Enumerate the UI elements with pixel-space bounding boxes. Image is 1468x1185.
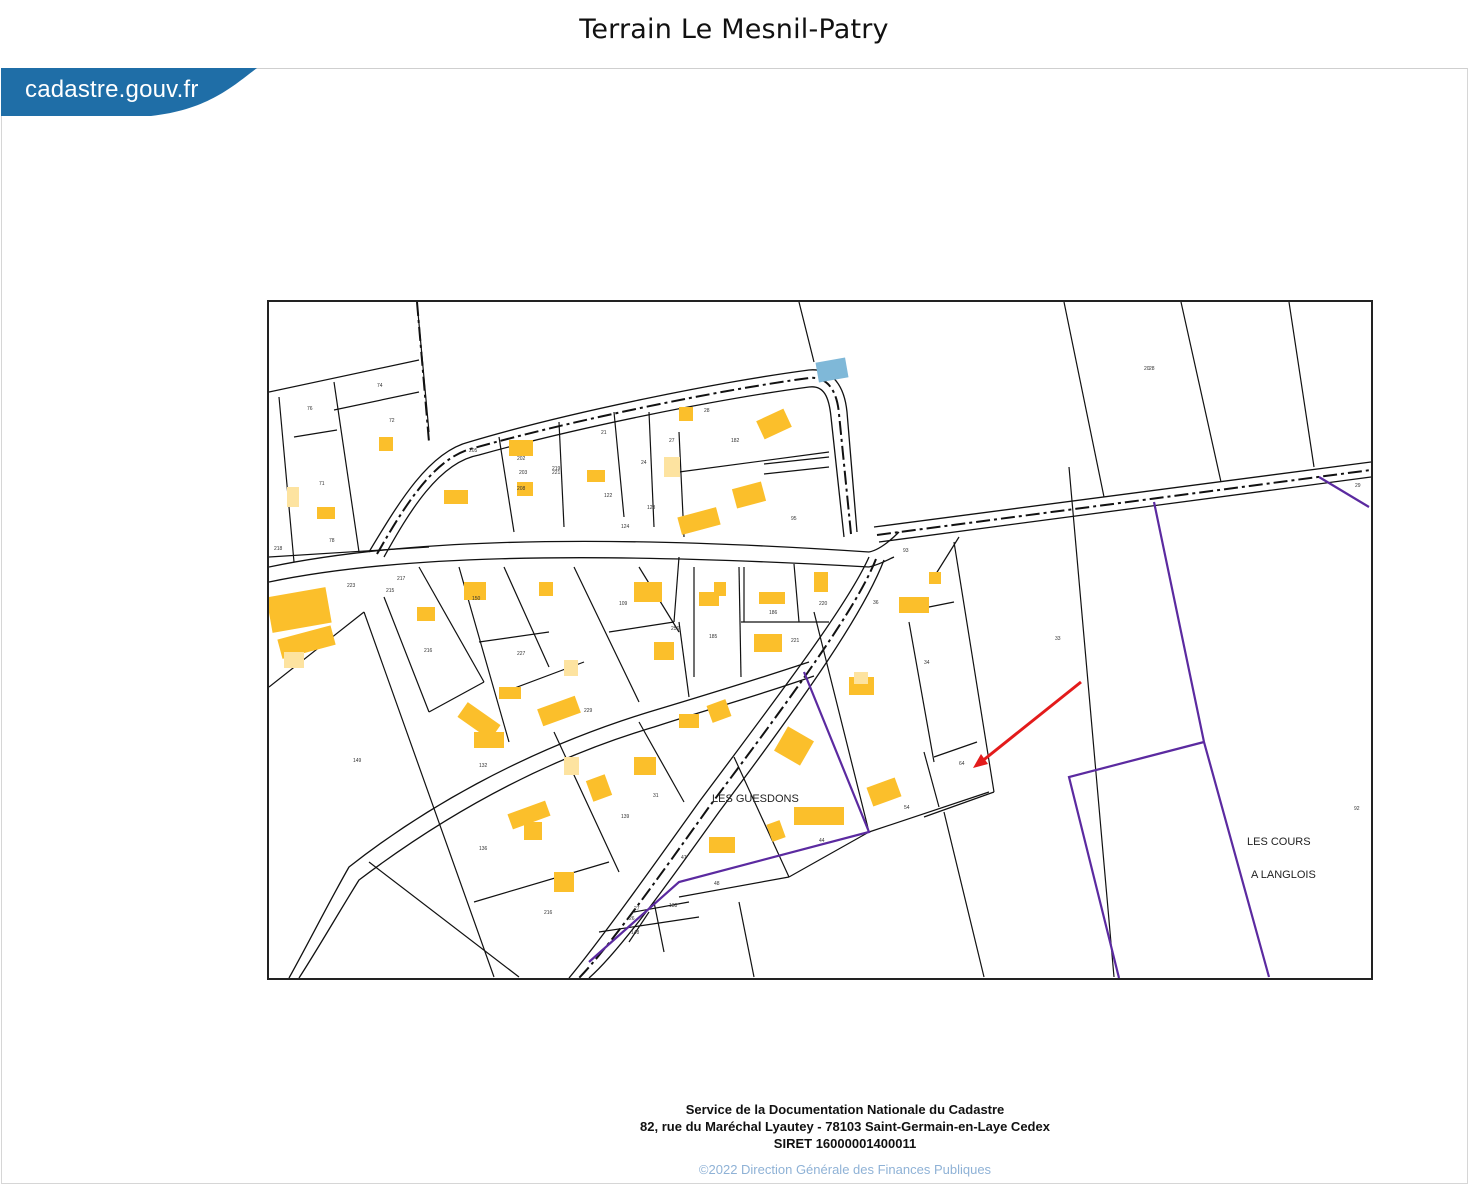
parcel-number: 92: [1354, 806, 1360, 812]
parcel-number: 208: [517, 486, 526, 492]
parcel-number: 139: [621, 814, 630, 820]
buildings: [269, 407, 941, 892]
parcel-number: 216: [424, 648, 433, 654]
parcel-number: 26: [629, 916, 635, 922]
parcel-number: 74: [377, 383, 383, 389]
parcel-number: 185: [709, 634, 718, 640]
map-drawing: LES GUESDONS LES COURS A LANGLOIS 74 76 72…: [269, 302, 1371, 978]
footer-address: 82, rue du Maréchal Lyautey - 78103 Sain…: [640, 1119, 1050, 1134]
parcel-number: 109: [619, 601, 628, 607]
parcel-number: 256: [671, 626, 680, 632]
parcel-number: 21: [269, 302, 275, 304]
parcel-number: 47: [681, 855, 687, 861]
footer-copyright[interactable]: ©2022 Direction Générale des Finances Pu…: [520, 1162, 1170, 1177]
parcel-number: 36: [873, 600, 879, 606]
parcel-number: 138: [669, 903, 678, 909]
cadastre-logo[interactable]: cadastre.gouv.fr: [1, 68, 259, 116]
location-arrow-icon: [973, 680, 1082, 768]
parcel-number: 95: [791, 516, 797, 522]
parcel-number: 216: [544, 910, 553, 916]
parcel-number: 215: [386, 588, 395, 594]
parcel-number: 217: [397, 576, 406, 582]
parcel-number: 123: [647, 505, 656, 511]
parcel-number: 29: [1355, 483, 1361, 489]
parcel-number: 48: [714, 881, 720, 887]
parcel-number: 78: [329, 538, 335, 544]
parcel-number: 223: [347, 583, 356, 589]
commune-boundaries: [588, 476, 1370, 978]
parcel-number: 203: [519, 470, 528, 476]
parcel-number: 220: [819, 601, 828, 607]
parcel-number: 149: [353, 758, 362, 764]
parcel-number: 229: [584, 708, 593, 714]
roads: [269, 369, 1371, 978]
parcel-number: 31: [653, 793, 659, 799]
parcel-number: 72: [389, 418, 395, 424]
parcel-number: 28: [704, 408, 710, 414]
parcel-number: 136: [479, 846, 488, 852]
parcel-number: 122: [604, 493, 613, 499]
place-label-les-guesdons: LES GUESDONS: [712, 793, 799, 805]
parcel-number: 221: [791, 638, 800, 644]
parcel-number: 124: [621, 524, 630, 530]
parcel-number: 148: [631, 930, 640, 936]
place-label-a-langlois: A LANGLOIS: [1251, 869, 1316, 881]
parcel-number: 150: [472, 596, 481, 602]
parcel-number: 34: [924, 660, 930, 666]
footer-siret: SIRET 16000001400011: [773, 1136, 917, 1151]
parcel-number: 227: [517, 651, 526, 657]
parcel-number: 54: [904, 805, 910, 811]
parcel-number: 64: [959, 761, 965, 767]
parcel-number: 182: [731, 438, 740, 444]
parcel-number: 33: [1055, 636, 1061, 642]
parcel-number: 218: [274, 546, 283, 552]
logo-text: cadastre.gouv.fr: [25, 76, 199, 103]
parcel-number: 205: [469, 448, 478, 454]
parcel-number: 21: [601, 430, 607, 436]
place-label-les-cours: LES COURS: [1247, 836, 1311, 848]
parcel-number: 24: [641, 460, 647, 466]
parcel-number: 71: [319, 481, 325, 487]
parcel-number: 93: [903, 548, 909, 554]
light-buildings: [284, 457, 868, 775]
parcel-number: 76: [307, 406, 313, 412]
road-centerlines: [376, 302, 1371, 978]
parcel-number: 27: [669, 438, 675, 444]
parcel-number: 132: [479, 763, 488, 769]
parcel-number: 186: [769, 610, 778, 616]
parcel-number: 221: [552, 470, 561, 476]
footer-service-name: Service de la Documentation Nationale du…: [685, 1102, 1005, 1117]
cadastral-map[interactable]: LES GUESDONS LES COURS A LANGLOIS 74 76 72…: [267, 300, 1373, 980]
parcel-number: 27: [634, 906, 640, 912]
parcel-number: 44: [819, 838, 825, 844]
parcel-number: 202: [517, 456, 526, 462]
page-title: Terrain Le Mesnil-Patry: [579, 14, 889, 45]
pond: [815, 357, 849, 383]
parcel-number: 28: [1149, 366, 1155, 372]
